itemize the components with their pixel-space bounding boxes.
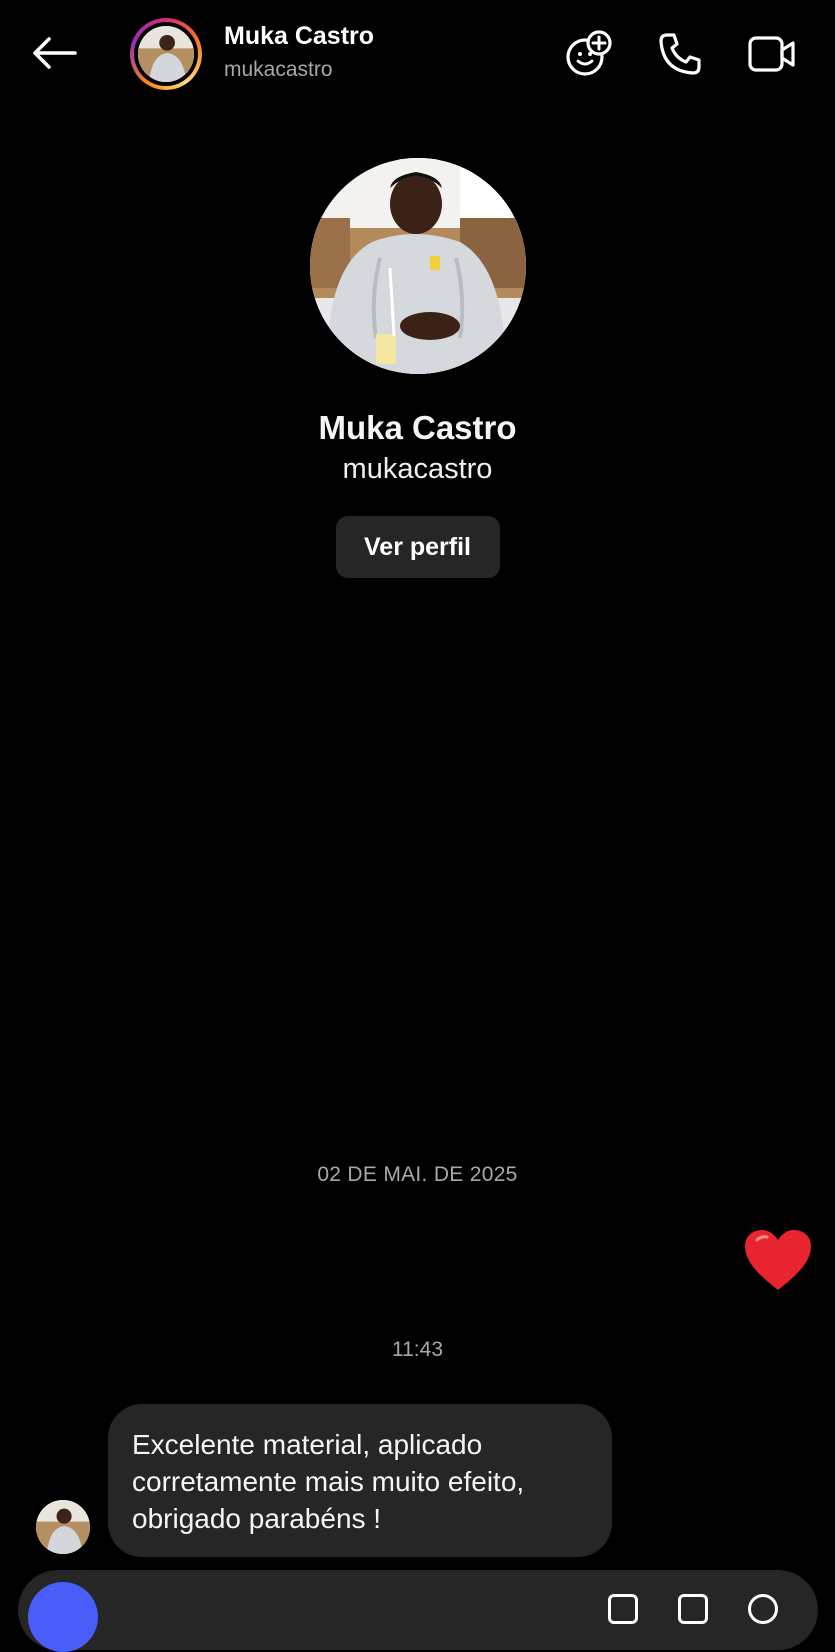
video-camera-icon xyxy=(748,36,795,72)
message-composer[interactable] xyxy=(18,1570,818,1652)
avatar-photo xyxy=(138,26,194,82)
time-separator: 11:43 xyxy=(392,1338,443,1361)
chat-header: Muka Castro mukacastro xyxy=(0,0,835,108)
heart-icon xyxy=(745,1230,811,1290)
date-separator: 02 DE MAI. DE 2025 xyxy=(317,1163,518,1186)
phone-icon xyxy=(659,33,701,75)
gallery-icon[interactable] xyxy=(608,1594,638,1624)
sent-heart-message[interactable] xyxy=(743,1228,813,1294)
view-profile-button[interactable]: Ver perfil xyxy=(335,516,500,578)
back-arrow-icon xyxy=(33,37,77,69)
add-sticker-icon xyxy=(566,30,612,76)
profile-handle: mukacastro xyxy=(342,453,493,485)
camera-button[interactable] xyxy=(28,1582,98,1652)
received-message-bubble[interactable]: Excelente material, aplicado corretament… xyxy=(108,1404,612,1557)
sticker-icon[interactable] xyxy=(678,1594,708,1624)
message-sender-avatar[interactable] xyxy=(36,1500,90,1554)
back-button[interactable] xyxy=(24,30,84,76)
header-username: mukacastro xyxy=(224,58,333,81)
profile-name: Muka Castro xyxy=(318,409,517,446)
video-call-button[interactable] xyxy=(746,28,798,80)
header-title[interactable]: Muka Castro xyxy=(224,22,374,51)
add-icon[interactable] xyxy=(748,1594,778,1624)
sticker-button[interactable] xyxy=(562,28,614,80)
profile-photo[interactable] xyxy=(309,158,526,374)
profile-summary: Muka Castro mukacastro Ver perfil xyxy=(0,158,835,578)
header-avatar[interactable] xyxy=(130,18,202,90)
voice-call-button[interactable] xyxy=(654,28,706,80)
